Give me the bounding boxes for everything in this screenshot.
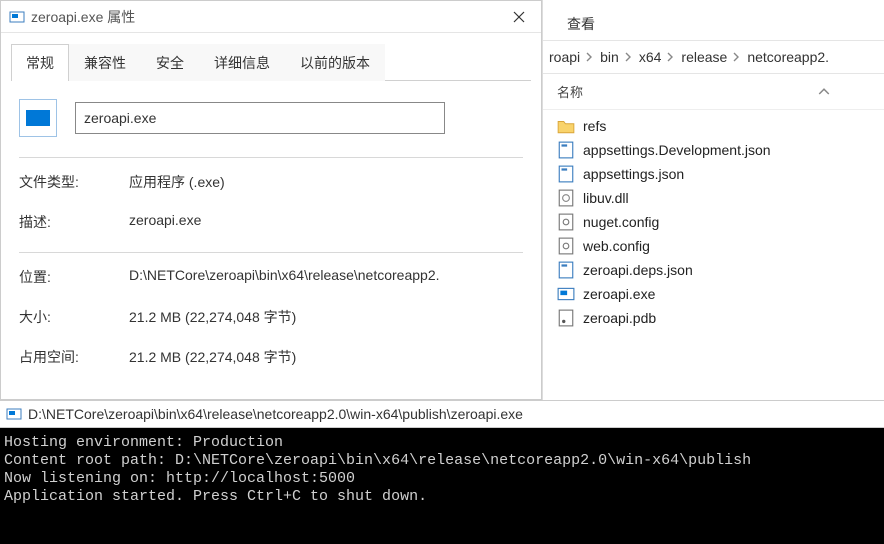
console-window: D:\NETCore\zeroapi\bin\x64\release\netco… xyxy=(0,400,884,544)
filelist-header[interactable]: 名称 xyxy=(543,74,884,110)
file-row[interactable]: appsettings.Development.json xyxy=(543,138,884,162)
prop-label: 占用空间: xyxy=(19,347,129,367)
tab-security[interactable]: 安全 xyxy=(141,44,199,81)
prop-row-description: 描述: zeroapi.exe xyxy=(19,212,523,232)
tab-general[interactable]: 常规 xyxy=(11,44,69,81)
file-name: appsettings.json xyxy=(583,166,684,182)
prop-label: 大小: xyxy=(19,307,129,327)
breadcrumb-item[interactable]: roapi xyxy=(549,49,580,65)
dll-icon xyxy=(557,189,575,207)
file-row[interactable]: refs xyxy=(543,114,884,138)
file-row[interactable]: web.config xyxy=(543,234,884,258)
file-name: web.config xyxy=(583,238,650,254)
properties-body: zeroapi.exe 文件类型: 应用程序 (.exe) 描述: zeroap… xyxy=(1,81,541,367)
column-name[interactable]: 名称 xyxy=(557,82,818,101)
tab-previous-versions[interactable]: 以前的版本 xyxy=(285,44,385,81)
prop-row-size-on-disk: 占用空间: 21.2 MB (22,274,048 字节) xyxy=(19,347,523,367)
properties-tabs: 常规 兼容性 安全 详细信息 以前的版本 xyxy=(11,43,531,81)
file-row[interactable]: zeroapi.pdb xyxy=(543,306,884,330)
file-row[interactable]: appsettings.json xyxy=(543,162,884,186)
file-name: zeroapi.deps.json xyxy=(583,262,693,278)
close-button[interactable] xyxy=(497,1,541,33)
properties-title: zeroapi.exe 属性 xyxy=(31,7,135,27)
explorer-menu: 查看 xyxy=(543,0,884,40)
chevron-right-icon xyxy=(625,52,633,62)
file-row[interactable]: zeroapi.deps.json xyxy=(543,258,884,282)
filename-text: zeroapi.exe xyxy=(84,110,156,126)
file-row[interactable]: nuget.config xyxy=(543,210,884,234)
file-row[interactable]: zeroapi.exe xyxy=(543,282,884,306)
prop-label: 位置: xyxy=(19,267,129,287)
file-list: refs appsettings.Development.json appsetti… xyxy=(543,110,884,334)
prop-value: 21.2 MB (22,274,048 字节) xyxy=(129,347,296,367)
filename-input[interactable]: zeroapi.exe xyxy=(75,102,445,134)
sort-indicator-icon xyxy=(818,88,830,95)
console-output[interactable]: Hosting environment: Production Content … xyxy=(0,428,884,512)
prop-value: zeroapi.exe xyxy=(129,212,201,232)
prop-value: D:\NETCore\zeroapi\bin\x64\release\netco… xyxy=(129,267,440,287)
chevron-right-icon xyxy=(586,52,594,62)
json-icon xyxy=(557,261,575,279)
folder-icon xyxy=(557,117,575,135)
console-title: D:\NETCore\zeroapi\bin\x64\release\netco… xyxy=(28,406,523,422)
prop-row-size: 大小: 21.2 MB (22,274,048 字节) xyxy=(19,307,523,327)
divider xyxy=(19,157,523,158)
properties-dialog: zeroapi.exe 属性 常规 兼容性 安全 详细信息 以前的版本 zero… xyxy=(0,0,542,400)
breadcrumb-item[interactable]: netcoreapp2. xyxy=(747,49,829,65)
cmd-icon xyxy=(6,406,22,422)
prop-value: 21.2 MB (22,274,048 字节) xyxy=(129,307,296,327)
menu-view[interactable]: 查看 xyxy=(557,8,605,40)
file-name: zeroapi.exe xyxy=(583,286,655,302)
prop-label: 文件类型: xyxy=(19,172,129,192)
pdb-icon xyxy=(557,309,575,327)
file-name: nuget.config xyxy=(583,214,659,230)
breadcrumb-item[interactable]: release xyxy=(681,49,727,65)
exe-icon xyxy=(557,285,575,303)
file-row[interactable]: libuv.dll xyxy=(543,186,884,210)
file-name: appsettings.Development.json xyxy=(583,142,771,158)
json-icon xyxy=(557,141,575,159)
config-icon xyxy=(557,237,575,255)
tab-compatibility[interactable]: 兼容性 xyxy=(69,44,141,81)
breadcrumb-item[interactable]: bin xyxy=(600,49,619,65)
prop-label: 描述: xyxy=(19,212,129,232)
prop-value: 应用程序 (.exe) xyxy=(129,172,225,192)
console-titlebar[interactable]: D:\NETCore\zeroapi\bin\x64\release\netco… xyxy=(0,400,884,428)
prop-row-filetype: 文件类型: 应用程序 (.exe) xyxy=(19,172,523,192)
json-icon xyxy=(557,165,575,183)
config-icon xyxy=(557,213,575,231)
app-icon xyxy=(9,9,25,25)
breadcrumb[interactable]: roapi bin x64 release netcoreapp2. xyxy=(543,40,884,74)
prop-row-location: 位置: D:\NETCore\zeroapi\bin\x64\release\n… xyxy=(19,267,523,287)
file-name: libuv.dll xyxy=(583,190,629,206)
file-name: refs xyxy=(583,118,606,134)
divider xyxy=(19,252,523,253)
breadcrumb-item[interactable]: x64 xyxy=(639,49,662,65)
properties-titlebar[interactable]: zeroapi.exe 属性 xyxy=(1,1,541,33)
chevron-right-icon xyxy=(733,52,741,62)
file-icon-large xyxy=(19,99,57,137)
explorer-window: 查看 roapi bin x64 release netcoreapp2. 名称… xyxy=(542,0,884,400)
file-name: zeroapi.pdb xyxy=(583,310,656,326)
chevron-right-icon xyxy=(667,52,675,62)
tab-details[interactable]: 详细信息 xyxy=(199,44,285,81)
